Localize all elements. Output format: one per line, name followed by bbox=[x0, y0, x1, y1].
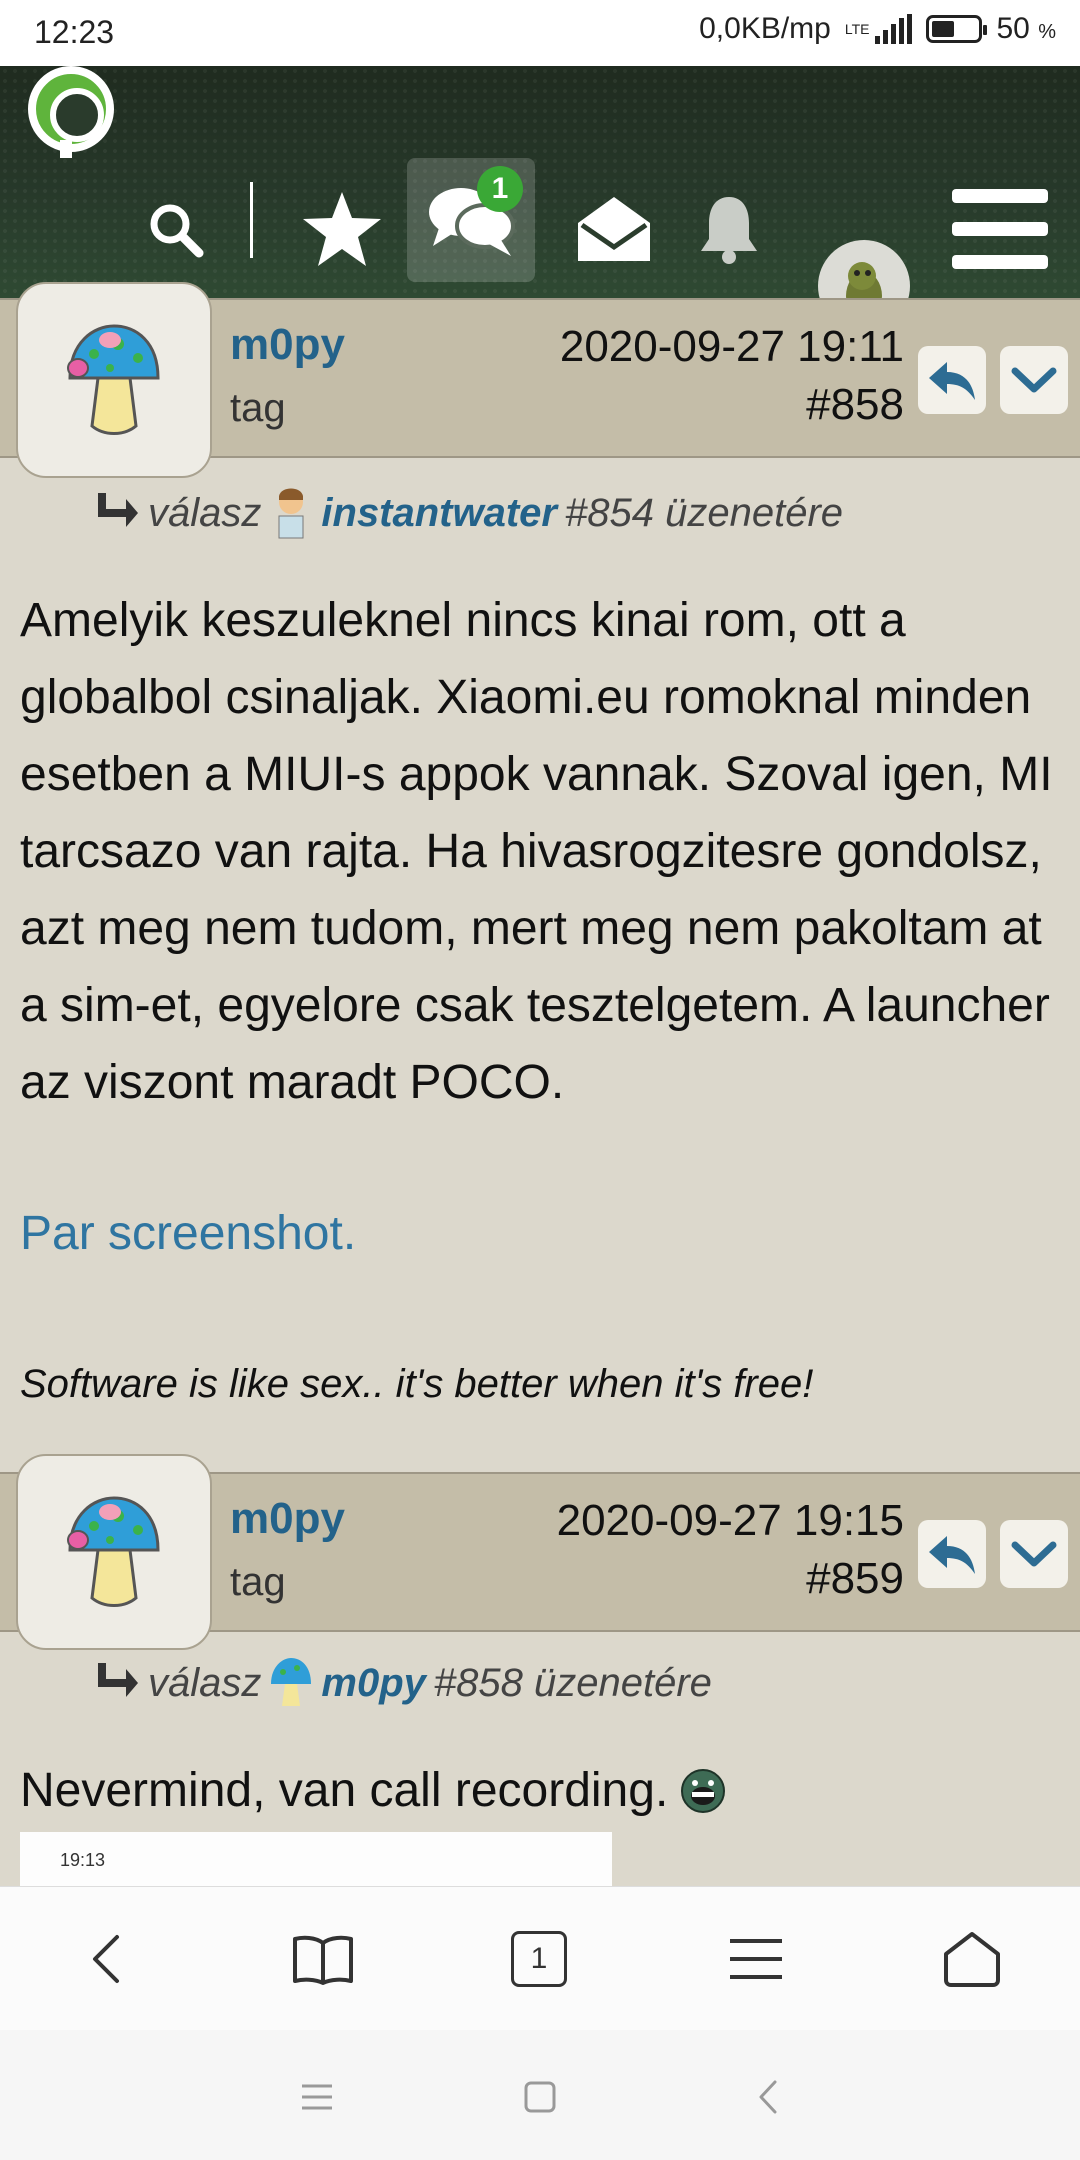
signal-icon bbox=[875, 14, 913, 44]
post-avatar[interactable] bbox=[16, 1454, 212, 1650]
menu-icon[interactable] bbox=[950, 176, 1050, 282]
reply-arrow-icon bbox=[98, 1663, 138, 1697]
post-number[interactable]: #858 bbox=[806, 380, 904, 430]
embedded-screenshot[interactable]: 19:13 bbox=[20, 1832, 612, 1888]
post-avatar[interactable] bbox=[16, 282, 212, 478]
browser-menu-icon[interactable] bbox=[716, 1923, 796, 1995]
post-number[interactable]: #859 bbox=[806, 1554, 904, 1604]
chevron-down-icon[interactable] bbox=[1000, 1520, 1068, 1588]
post-username[interactable]: m0py bbox=[230, 1494, 345, 1544]
post-body-container: Nevermind, van call recording. bbox=[20, 1752, 1060, 1829]
chat-icon[interactable]: 1 bbox=[407, 158, 535, 282]
bookmarks-icon[interactable] bbox=[283, 1923, 363, 1995]
back-icon[interactable] bbox=[66, 1923, 146, 1995]
reply-to-user[interactable]: instantwater bbox=[321, 491, 557, 536]
embedded-screenshot-time: 19:13 bbox=[60, 1850, 106, 1870]
reply-prefix: válasz bbox=[148, 1660, 262, 1705]
reply-user-avatar bbox=[278, 488, 304, 539]
post-rank: tag bbox=[230, 386, 286, 430]
site-header: 1 bbox=[0, 66, 1080, 332]
post-datetime: 2020-09-27 19:15 bbox=[556, 1496, 904, 1545]
status-bar: 12:23 0,0KB/mp LTE 50 % bbox=[0, 0, 1080, 66]
chevron-down-icon[interactable] bbox=[1000, 346, 1068, 414]
recent-apps-icon[interactable] bbox=[287, 2072, 347, 2122]
chat-badge: 1 bbox=[477, 166, 523, 212]
post-rank: tag bbox=[230, 1560, 286, 1604]
home-icon[interactable] bbox=[932, 1923, 1012, 1995]
reply-prefix: válasz bbox=[148, 490, 262, 535]
smiley-icon bbox=[681, 1768, 726, 1813]
system-home-icon[interactable] bbox=[510, 2072, 570, 2122]
search-icon[interactable] bbox=[130, 176, 220, 282]
status-right: 0,0KB/mp LTE 50 % bbox=[699, 12, 1056, 46]
reply-reference: válasz instantwater #854 üzenetére bbox=[92, 486, 843, 540]
tab-count: 1 bbox=[511, 1931, 567, 1987]
site-logo[interactable] bbox=[28, 66, 114, 158]
reply-to-post[interactable]: #858 üzenetére bbox=[434, 1661, 712, 1706]
post-body: Nevermind, van call recording. bbox=[20, 1764, 669, 1817]
post-link[interactable]: Par screenshot. bbox=[20, 1206, 356, 1261]
network-speed: 0,0KB/mp bbox=[699, 12, 831, 45]
battery-icon bbox=[926, 15, 988, 43]
post-signature: Software is like sex.. it's better when … bbox=[20, 1362, 814, 1406]
nav-separator bbox=[250, 182, 253, 258]
battery-percent: 50 % bbox=[996, 12, 1056, 45]
reply-to-user[interactable]: m0py bbox=[321, 1661, 426, 1706]
reply-reference: válasz m0py #858 üzenetére bbox=[92, 1656, 712, 1710]
bell-icon[interactable] bbox=[684, 176, 774, 282]
lte-label: LTE bbox=[844, 21, 870, 37]
reply-button[interactable] bbox=[918, 346, 986, 414]
status-time: 12:23 bbox=[34, 14, 115, 50]
system-navigation-bar bbox=[0, 2030, 1080, 2160]
star-icon[interactable] bbox=[292, 176, 392, 282]
post-datetime: 2020-09-27 19:11 bbox=[559, 322, 904, 371]
system-back-icon[interactable] bbox=[738, 2072, 798, 2122]
mushroom-icon bbox=[67, 324, 160, 435]
reply-button[interactable] bbox=[918, 1520, 986, 1588]
browser-toolbar: 1 bbox=[0, 1886, 1080, 2030]
tabs-button[interactable]: 1 bbox=[499, 1923, 579, 1995]
envelope-icon[interactable] bbox=[554, 176, 674, 282]
mushroom-icon bbox=[67, 1496, 160, 1607]
post-body: Amelyik keszuleknel nincs kinai rom, ott… bbox=[20, 594, 1053, 1109]
reply-arrow-icon bbox=[98, 493, 138, 527]
reply-user-avatar bbox=[271, 1658, 312, 1706]
reply-to-post[interactable]: #854 üzenetére bbox=[565, 491, 843, 536]
post-username[interactable]: m0py bbox=[230, 320, 345, 370]
